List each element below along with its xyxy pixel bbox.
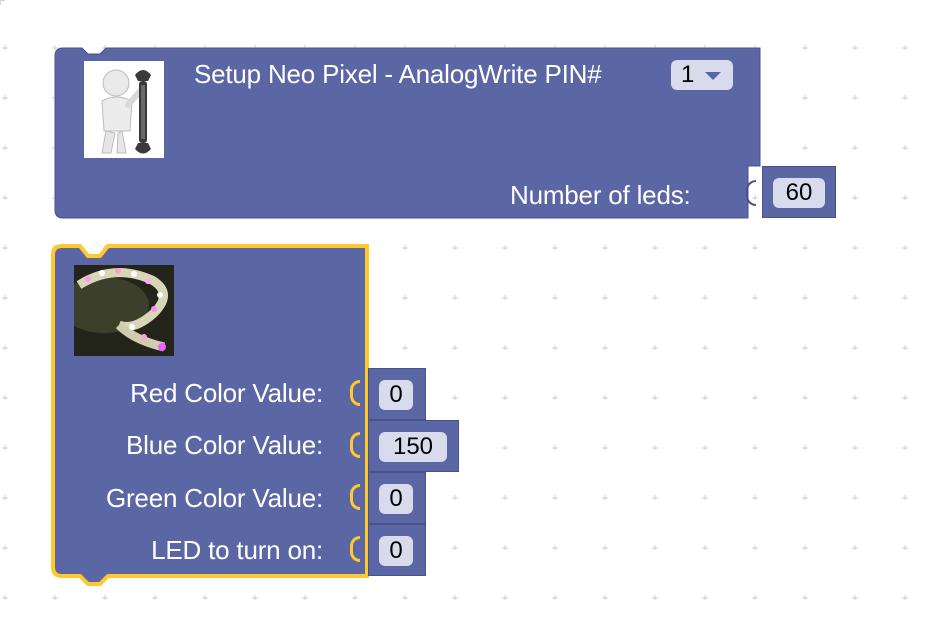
neopixel-color-block[interactable]: Red Color Value: Blue Color Value: Green… [53,246,367,576]
red-value-field[interactable]: 0 [379,380,413,410]
row-label-red: Red Color Value: [130,378,323,408]
blue-input-socket [350,432,360,458]
led-input-socket [350,536,360,562]
blockly-workspace[interactable]: Setup Neo Pixel - AnalogWrite PIN# 1 Num… [0,0,932,640]
red-input-socket [350,380,360,406]
green-value-field[interactable]: 0 [379,484,413,514]
row-label-green: Green Color Value: [105,483,323,513]
row-label-blue: Blue Color Value: [125,430,323,460]
row-label-led: LED to turn on: [151,535,323,565]
blue-value-block[interactable]: 150 [368,420,459,472]
blue-value-field[interactable]: 150 [379,432,447,462]
led-strip-image [74,265,174,356]
green-value-block[interactable]: 0 [368,472,426,524]
green-input-socket [350,484,360,510]
red-value-block[interactable]: 0 [368,368,426,420]
led-value-field[interactable]: 0 [379,536,413,566]
led-value-block[interactable]: 0 [368,524,426,576]
